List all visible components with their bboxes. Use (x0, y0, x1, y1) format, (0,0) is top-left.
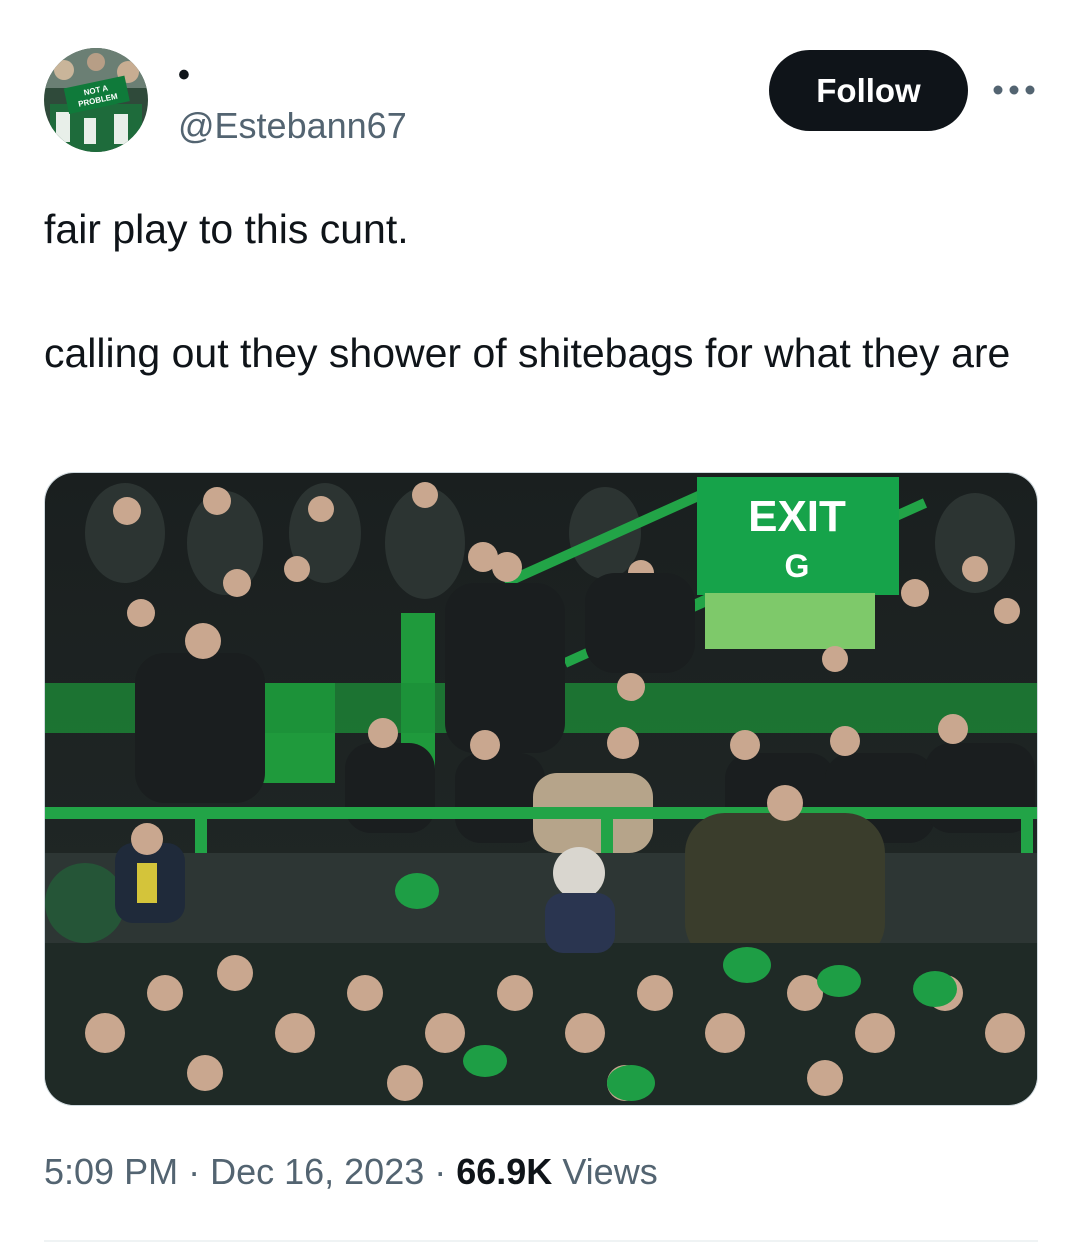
user-handle[interactable]: @Estebann67 (178, 106, 407, 146)
tweet-text-line-1: fair play to this cunt. (44, 206, 409, 252)
exit-sign-text: EXIT (748, 492, 846, 541)
views-label: Views (552, 1151, 658, 1192)
tweet-text: fair play to this cunt. calling out they… (44, 198, 1034, 384)
tweet-text-line-2: calling out they shower of shitebags for… (44, 330, 1011, 376)
stadium-crowd-photo: EXIT G (45, 473, 1037, 1105)
divider (44, 1240, 1038, 1242)
exit-sign-gate: G (785, 548, 810, 584)
display-name[interactable]: • (178, 58, 190, 92)
follow-button[interactable]: Follow (769, 50, 968, 131)
avatar-image: NOT A PROBLEM (44, 48, 148, 152)
tweet-photo[interactable]: EXIT G (44, 472, 1038, 1106)
meta-separator: · (424, 1151, 457, 1192)
tweet-time[interactable]: 5:09 PM (44, 1151, 178, 1192)
meta-separator: · (178, 1151, 211, 1192)
tweet-meta: 5:09 PM · Dec 16, 2023 · 66.9K Views (44, 1152, 658, 1192)
views-count: 66.9K (456, 1151, 553, 1192)
more-horizontal-icon (993, 85, 1035, 95)
more-options-button[interactable] (990, 76, 1038, 104)
tweet-date[interactable]: Dec 16, 2023 (210, 1151, 424, 1192)
avatar[interactable]: NOT A PROBLEM (44, 48, 148, 152)
